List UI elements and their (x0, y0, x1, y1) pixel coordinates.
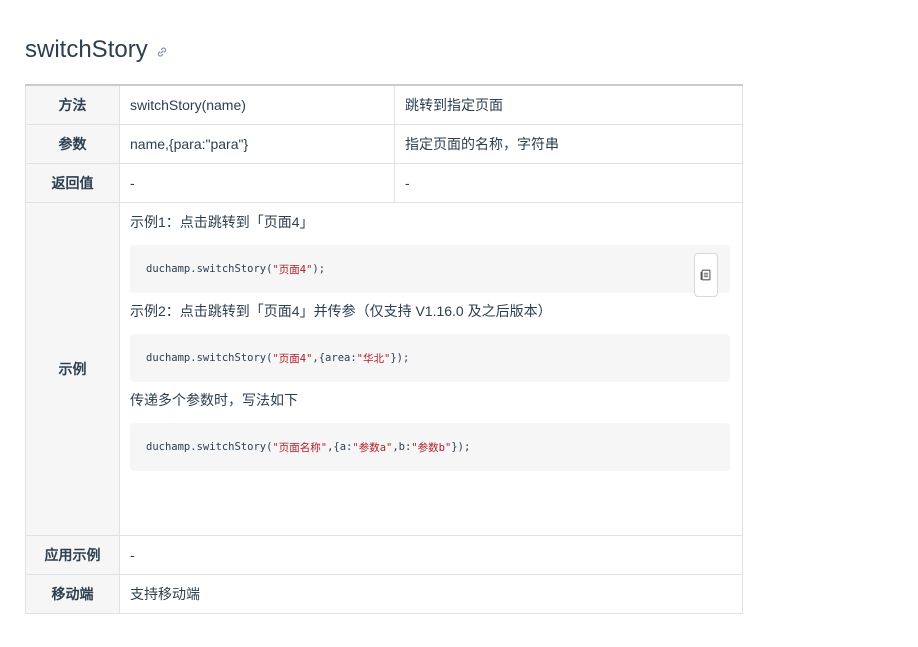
code-block-1: duchamp.switchStory("页面4"); (130, 245, 730, 297)
row-value-return: - (119, 163, 395, 203)
link-icon[interactable] (156, 46, 168, 58)
page-title: switchStory (25, 34, 168, 66)
code-string: "华北" (356, 352, 391, 365)
code-text: }); (390, 352, 410, 364)
code-text: duchamp.switchStory( (146, 352, 273, 364)
row-key-usage: 应用示例 (25, 535, 120, 575)
code-text: }); (451, 441, 471, 453)
code-string: "页面4" (272, 352, 313, 365)
row-value-params: name,{para:"para"} (119, 124, 395, 164)
row-value-mobile: 支持移动端 (119, 574, 743, 614)
code-text: ,b: (392, 441, 412, 453)
row-key-return: 返回值 (25, 163, 120, 203)
row-key-mobile: 移动端 (25, 574, 120, 614)
code-string: "页面名称" (272, 441, 328, 454)
row-value-usage: - (119, 535, 743, 575)
copy-button[interactable] (694, 253, 718, 297)
code-block-3: duchamp.switchStory("页面名称" ,{a: "参数a" ,b: "参… (130, 423, 730, 471)
code-text: ); (312, 263, 326, 275)
row-desc-params: 指定页面的名称，字符串 (394, 124, 743, 164)
page-title-text: switchStory (25, 36, 148, 63)
code-text: ,{a: (327, 441, 353, 453)
copy-icon (700, 269, 711, 281)
row-value-method: switchStory(name) (119, 84, 395, 125)
table-row: 应用示例 - (25, 535, 743, 575)
code-string: "参数b" (411, 441, 452, 454)
code-text: ,{area: (312, 352, 357, 364)
row-key-example: 示例 (25, 202, 120, 536)
table-row-example: 示例 示例1：点击跳转到「页面4」 duchamp.switchStory("页… (25, 202, 743, 536)
table-row: 返回值 - - (25, 163, 743, 203)
example-1-text: 示例1：点击跳转到「页面4」 (130, 214, 314, 230)
code-text: duchamp.switchStory( (146, 441, 273, 453)
row-desc-return: - (394, 163, 743, 203)
code-string: "参数a" (352, 441, 393, 454)
row-key-params: 参数 (25, 124, 120, 164)
api-table: 方法 switchStory(name) 跳转到指定页面 参数 name,{pa… (25, 84, 743, 614)
example-3-text: 传递多个参数时，写法如下 (130, 392, 298, 408)
example-cell: 示例1：点击跳转到「页面4」 duchamp.switchStory("页面4"… (119, 202, 743, 536)
row-desc-method: 跳转到指定页面 (394, 84, 743, 125)
code-block-2: duchamp.switchStory("页面4" ,{area: "华北"}); (130, 334, 730, 382)
table-row: 参数 name,{para:"para"} 指定页面的名称，字符串 (25, 124, 743, 164)
table-row: 移动端 支持移动端 (25, 574, 743, 614)
code-string: "页面4" (272, 263, 313, 276)
example-2-text: 示例2：点击跳转到「页面4」并传参（仅支持 V1.16.0 及之后版本） (130, 303, 552, 319)
code-text: duchamp.switchStory( (146, 263, 273, 275)
row-key-method: 方法 (25, 84, 120, 125)
table-row: 方法 switchStory(name) 跳转到指定页面 (25, 84, 743, 125)
